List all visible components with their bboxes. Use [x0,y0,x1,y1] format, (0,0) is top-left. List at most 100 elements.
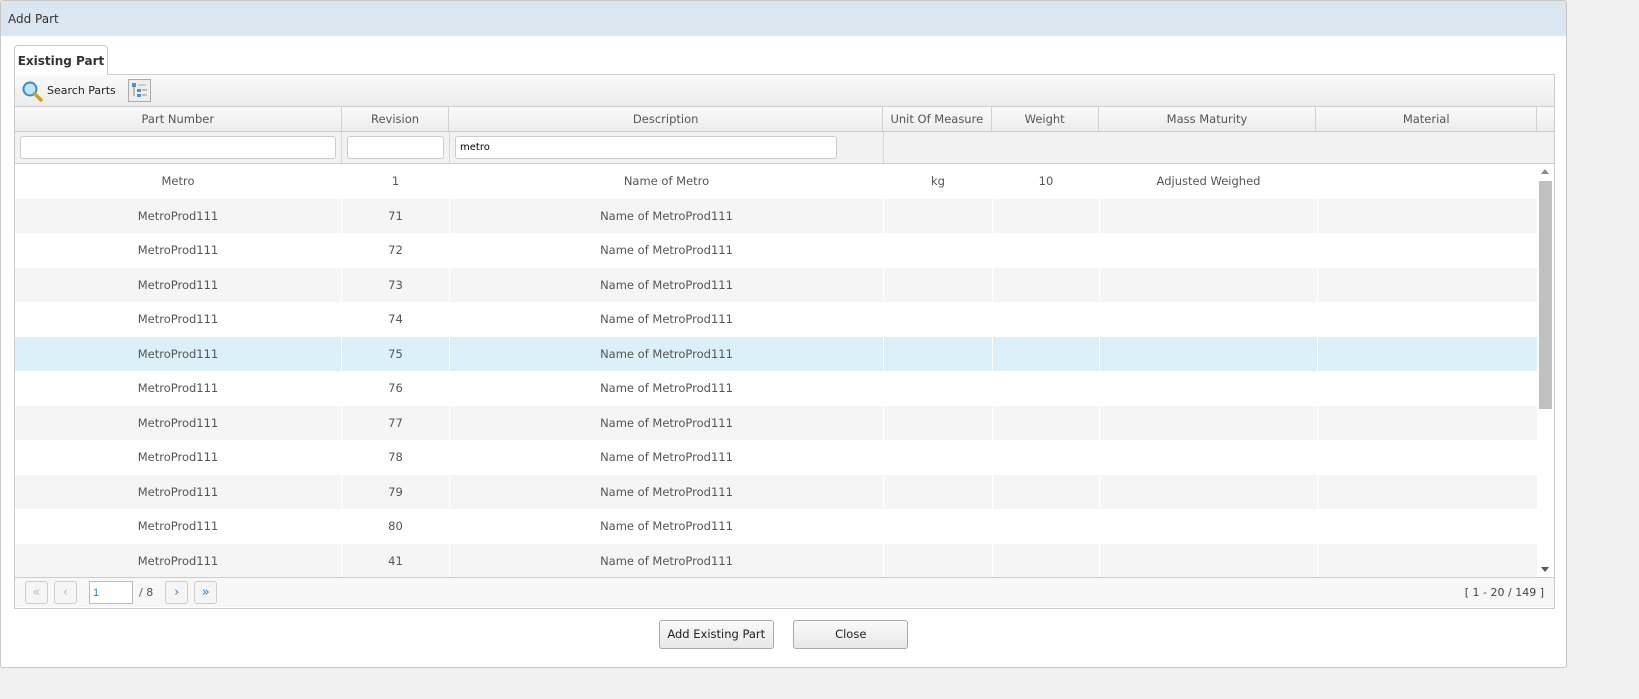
header-spacer [1537,107,1554,131]
table-row[interactable]: MetroProd111 77 Name of MetroProd111 [15,405,1554,440]
cell-part-number: Metro [15,164,342,199]
last-page-button[interactable]: » [194,581,218,604]
close-button[interactable]: Close [793,620,909,649]
cell-material [1318,543,1539,577]
add-existing-part-button[interactable]: Add Existing Part [658,620,774,649]
cell-weight [993,543,1100,577]
first-page-button[interactable]: « [25,581,48,604]
col-weight[interactable]: Weight [992,107,1099,131]
cell-revision: 80 [342,509,450,544]
cell-unit-of-measure [884,267,993,302]
cell-revision: 78 [342,440,450,475]
tab-existing-part[interactable]: Existing Part [14,45,108,75]
cell-unit-of-measure [884,198,993,233]
cell-weight [993,336,1100,371]
revision-filter[interactable] [347,136,444,159]
cell-description: Name of MetroProd111 [450,543,884,577]
cell-description: Name of Metro [450,164,884,199]
table-row[interactable]: MetroProd111 71 Name of MetroProd111 [15,198,1554,233]
page-input[interactable] [89,581,133,604]
filter-empty [884,132,1554,163]
col-material[interactable]: Material [1316,107,1538,131]
cell-description: Name of MetroProd111 [450,336,884,371]
cell-part-number: MetroProd111 [15,302,342,337]
cell-mass-maturity: Adjusted Weighed [1100,164,1318,199]
prev-page-button[interactable]: ‹ [54,581,77,604]
cell-description: Name of MetroProd111 [450,474,884,509]
search-parts-label: Search Parts [47,84,116,97]
scroll-up-icon[interactable] [1541,169,1549,174]
cell-unit-of-measure [884,302,993,337]
grid-body: Metro 1 Name of Metro kg 10 Adjusted Weighed M… [15,164,1554,577]
table-row[interactable]: MetroProd111 79 Name of MetroProd111 [15,474,1554,509]
col-part-number[interactable]: Part Number [15,107,342,131]
cell-revision: 77 [342,405,450,440]
cell-part-number: MetroProd111 [15,267,342,302]
cell-weight [993,474,1100,509]
cell-description: Name of MetroProd111 [450,440,884,475]
table-row[interactable]: MetroProd111 80 Name of MetroProd111 [15,509,1554,544]
filter-row [15,132,1554,164]
cell-description: Name of MetroProd111 [450,198,884,233]
cell-material [1318,267,1539,302]
cell-weight [993,302,1100,337]
cell-unit-of-measure [884,371,993,406]
cell-material [1318,405,1539,440]
cell-mass-maturity [1100,405,1318,440]
table-row[interactable]: MetroProd111 73 Name of MetroProd111 [15,267,1554,302]
next-page-button[interactable]: › [165,581,189,604]
col-description[interactable]: Description [449,107,883,131]
cell-material [1318,198,1539,233]
table-row[interactable]: MetroProd111 74 Name of MetroProd111 [15,302,1554,337]
cell-mass-maturity [1100,267,1318,302]
cell-revision: 71 [342,198,450,233]
cell-material [1318,302,1539,337]
cell-mass-maturity [1100,371,1318,406]
table-row[interactable]: MetroProd111 76 Name of MetroProd111 [15,371,1554,406]
cell-material [1318,509,1539,544]
pager: « ‹ / 8 › » [ 1 - 20 / 149 ] [15,577,1554,607]
add-part-dialog: Add Part Existing Part Search Parts Part… [0,0,1567,668]
grid-header: Part Number Revision Description Unit Of… [15,107,1554,132]
cell-unit-of-measure [884,474,993,509]
table-row[interactable]: MetroProd111 78 Name of MetroProd111 [15,440,1554,475]
scroll-down-icon[interactable] [1541,567,1549,572]
cell-description: Name of MetroProd111 [450,509,884,544]
cell-description: Name of MetroProd111 [450,405,884,440]
cell-weight [993,405,1100,440]
search-parts-button[interactable]: Search Parts [21,80,116,102]
cell-mass-maturity [1100,474,1318,509]
cell-mass-maturity [1100,233,1318,268]
col-unit-of-measure[interactable]: Unit Of Measure [883,107,992,131]
cell-mass-maturity [1100,336,1318,371]
cell-weight: 10 [993,164,1100,199]
cell-revision: 1 [342,164,450,199]
cell-part-number: MetroProd111 [15,233,342,268]
scroll-thumb[interactable] [1539,181,1552,409]
vertical-scrollbar[interactable] [1537,164,1554,577]
col-mass-maturity[interactable]: Mass Maturity [1099,107,1317,131]
filter-cell [15,132,342,163]
table-row[interactable]: MetroProd111 75 Name of MetroProd111 [15,336,1554,371]
magnifier-icon [22,81,43,102]
cell-weight [993,267,1100,302]
part-number-filter[interactable] [20,136,336,159]
description-filter[interactable] [455,136,837,159]
cell-description: Name of MetroProd111 [450,267,884,302]
cell-part-number: MetroProd111 [15,336,342,371]
page-total: / 8 [139,586,154,599]
filter-cell [450,132,884,163]
dialog-title: Add Part [1,1,1566,36]
col-revision[interactable]: Revision [342,107,450,131]
cell-revision: 73 [342,267,450,302]
cell-unit-of-measure [884,405,993,440]
cell-revision: 41 [342,543,450,577]
cell-part-number: MetroProd111 [15,543,342,577]
table-row[interactable]: Metro 1 Name of Metro kg 10 Adjusted Weighed [15,164,1554,199]
cell-weight [993,198,1100,233]
tree-view-icon[interactable] [127,79,151,102]
cell-part-number: MetroProd111 [15,405,342,440]
table-row[interactable]: MetroProd111 72 Name of MetroProd111 [15,233,1554,268]
table-row[interactable]: MetroProd111 41 Name of MetroProd111 [15,543,1554,577]
dialog-footer: Add Existing Part Close [1,620,1566,649]
